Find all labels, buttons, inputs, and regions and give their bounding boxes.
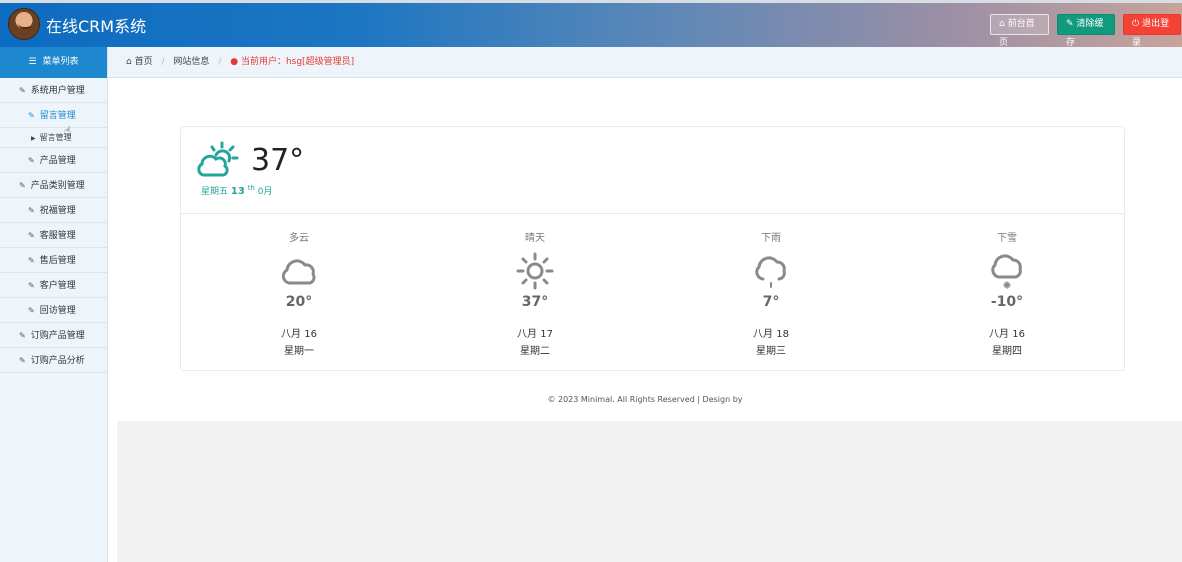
sidebar-item-product-categories[interactable]: ✎ 产品类别管理 xyxy=(0,173,107,198)
app-title: 在线CRM系统 xyxy=(46,17,147,36)
menu-header-label: 菜单列表 xyxy=(42,57,79,67)
edit-icon: ✎ xyxy=(28,256,35,265)
current-weekday: 星期五 xyxy=(201,187,229,197)
snow-icon xyxy=(991,254,1022,289)
home-icon: ⌂ xyxy=(999,19,1005,29)
current-month: 0月 xyxy=(257,187,273,197)
forecast-date: 八月 16 xyxy=(989,329,1025,340)
forecast-temperature: 37° xyxy=(521,294,549,310)
forecast-weekday: 星期四 xyxy=(992,346,1022,357)
current-day-suffix: th xyxy=(247,184,255,192)
list-icon: ☰ xyxy=(28,57,37,67)
sidebar-item-return-visits[interactable]: ✎ 回访管理 xyxy=(0,298,107,323)
power-icon: ⏻ xyxy=(1132,19,1140,29)
sidebar-item-label: 客户管理 xyxy=(39,281,76,291)
caret-right-icon: ▶ xyxy=(31,135,36,142)
partly-cloudy-day-icon xyxy=(197,141,239,177)
sidebar-item-label: 祝福管理 xyxy=(39,206,76,216)
forecast-temperature: 20° xyxy=(285,294,313,310)
sidebar-item-products[interactable]: ✎ 产品管理 xyxy=(0,148,107,173)
forecast-date: 八月 16 xyxy=(281,329,317,340)
forecast-day-2: 晴天 37° 八月 17 星期二 xyxy=(475,229,595,357)
edit-icon: ✎ xyxy=(19,356,26,365)
clear-cache-button[interactable]: ✎ 清除缓存 xyxy=(1057,14,1115,48)
edit-icon: ✎ xyxy=(19,331,26,340)
rain-icon xyxy=(755,256,786,288)
sidebar-item-customer-service[interactable]: ✎ 客服管理 xyxy=(0,223,107,248)
pointer-cursor-icon: ☝ xyxy=(64,124,72,138)
edit-icon: ✎ xyxy=(19,86,26,95)
breadcrumb-separator: / xyxy=(161,57,165,67)
sidebar-item-messages[interactable]: ✎ 留言管理 xyxy=(0,103,107,128)
forecast-temperature: 7° xyxy=(762,294,780,310)
sidebar-item-customers[interactable]: ✎ 客户管理 xyxy=(0,273,107,298)
sidebar-item-blessings[interactable]: ✎ 祝福管理 xyxy=(0,198,107,223)
user-icon: ● xyxy=(230,57,239,67)
current-date: 星期五 13 th 0月 xyxy=(201,184,272,197)
forecast-day-1: 多云 20° 八月 16 星期一 xyxy=(239,229,359,357)
edit-icon: ✎ xyxy=(28,111,35,120)
current-day: 13 xyxy=(230,186,245,197)
sidebar-item-order-products[interactable]: ✎ 订购产品管理 xyxy=(0,323,107,348)
menu-header: ☰ 菜单列表 xyxy=(0,47,107,78)
sidebar-item-label: 留言管理 xyxy=(39,111,76,121)
edit-icon: ✎ xyxy=(19,181,26,190)
current-weather: 37° 星期五 13 th 0月 xyxy=(181,127,1124,214)
forecast-weekday: 星期一 xyxy=(284,346,314,357)
forecast-condition: 下雨 xyxy=(761,233,781,244)
weather-widget: 37° 星期五 13 th 0月 多云 20° 八月 16 星期一 晴天 37°… xyxy=(180,126,1125,371)
forecast-day-4: 下雪 -10° 八月 16 星期四 xyxy=(947,229,1067,357)
cloud-icon xyxy=(281,259,316,285)
sidebar-item-order-analysis[interactable]: ✎ 订购产品分析 xyxy=(0,348,107,373)
breadcrumb-separator: / xyxy=(218,57,222,67)
logo-avatar xyxy=(8,8,40,40)
sidebar-item-label: 系统用户管理 xyxy=(30,86,85,96)
content-background xyxy=(117,421,1182,562)
sidebar: ☰ 菜单列表 ✎ 系统用户管理 ✎ 留言管理 ▶ 留言管理 ✎ 产品管理 ✎ 产品类别管理 … xyxy=(0,47,108,562)
forecast-day-3: 下雨 7° 八月 18 星期三 xyxy=(711,229,831,357)
forecast-weekday: 星期二 xyxy=(520,346,550,357)
breadcrumb: ⌂ 首页 / 网站信息 / ● 当前用户：hsg[超级管理员] xyxy=(108,47,1182,78)
forecast-temperature: -10° xyxy=(990,294,1024,310)
sidebar-item-label: 订购产品管理 xyxy=(30,331,85,341)
sun-icon xyxy=(516,252,554,290)
forecast-weekday: 星期三 xyxy=(756,346,786,357)
sidebar-item-label: 售后管理 xyxy=(39,256,76,266)
breadcrumb-site-info[interactable]: 网站信息 xyxy=(173,57,209,67)
sidebar-item-label: 客服管理 xyxy=(39,231,76,241)
edit-icon: ✎ xyxy=(28,306,35,315)
current-temperature: 37° xyxy=(251,143,305,178)
forecast-condition: 多云 xyxy=(289,233,309,244)
breadcrumb-home[interactable]: 首页 xyxy=(135,57,153,67)
current-user: 当前用户：hsg[超级管理员] xyxy=(240,57,355,67)
front-page-button[interactable]: ⌂ 前台首页 xyxy=(990,14,1049,48)
forecast-date: 八月 18 xyxy=(753,329,789,340)
forecast-condition: 下雪 xyxy=(997,233,1017,244)
forecast-date: 八月 17 xyxy=(517,329,553,340)
edit-icon: ✎ xyxy=(28,156,35,165)
sidebar-item-label: 回访管理 xyxy=(39,306,76,316)
top-header: 在线CRM系统 ⌂ 前台首页 ✎ 清除缓存 ⏻ 退出登录 xyxy=(0,0,1182,48)
sidebar-item-label: 订购产品分析 xyxy=(30,356,85,366)
forecast-condition: 晴天 xyxy=(525,233,545,244)
sidebar-item-system-users[interactable]: ✎ 系统用户管理 xyxy=(0,78,107,103)
sidebar-item-label: 产品类别管理 xyxy=(30,181,85,191)
logout-button[interactable]: ⏻ 退出登录 xyxy=(1123,14,1181,48)
sidebar-item-after-sales[interactable]: ✎ 售后管理 xyxy=(0,248,107,273)
wrench-icon: ✎ xyxy=(1066,19,1074,29)
edit-icon: ✎ xyxy=(28,281,35,290)
sidebar-subitem-messages[interactable]: ▶ 留言管理 xyxy=(0,128,107,148)
footer: © 2023 Minimal. All Rights Reserved | De… xyxy=(547,395,743,404)
edit-icon: ✎ xyxy=(28,206,35,215)
sidebar-item-label: 产品管理 xyxy=(39,156,76,166)
home-icon: ⌂ xyxy=(126,57,132,67)
edit-icon: ✎ xyxy=(28,231,35,240)
